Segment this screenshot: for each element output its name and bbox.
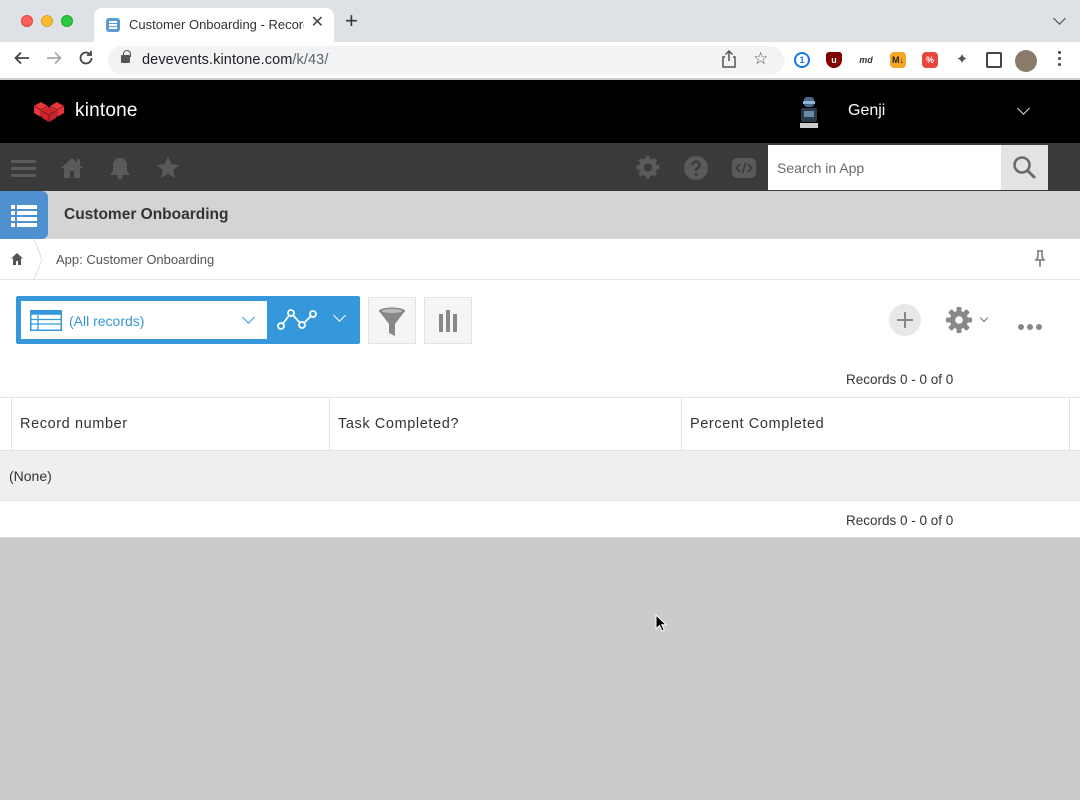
browser-toolbar: devevents.kintone.com/k/43/ ☆ 1 u md M↓ …	[0, 42, 1080, 79]
graph-selector-button[interactable]	[267, 296, 360, 344]
breadcrumb-separator-icon	[34, 239, 42, 280]
app-search-input[interactable]	[768, 145, 1001, 190]
table-row-empty: (None)	[0, 451, 1080, 501]
chevron-down-icon	[333, 309, 346, 322]
breadcrumb: App: Customer Onboarding	[0, 239, 1080, 280]
arrow-right-icon	[47, 51, 62, 65]
bookmark-star-icon[interactable]: ☆	[753, 49, 768, 69]
column-header-percent-completed[interactable]: Percent Completed	[681, 397, 1070, 451]
records-count-top: Records 0 - 0 of 0	[846, 372, 954, 387]
new-tab-button[interactable]: +	[345, 10, 358, 32]
tab-close-icon[interactable]: ✕	[311, 15, 324, 31]
code-customize-icon[interactable]	[731, 155, 757, 181]
app-search-box	[768, 145, 1001, 190]
window-zoom-button[interactable]	[61, 15, 73, 27]
browser-tab-active[interactable]: Customer Onboarding - Records ✕	[94, 8, 334, 42]
filter-button[interactable]	[368, 297, 416, 344]
ublock-extension-icon[interactable]: u	[826, 52, 842, 68]
empty-records-text: (None)	[9, 468, 52, 484]
more-options-icon[interactable]	[1018, 317, 1046, 330]
app-title[interactable]: Customer Onboarding	[64, 206, 228, 224]
m-plus-extension-icon[interactable]: M↓	[890, 52, 906, 68]
kintone-header: kintone Genji	[0, 80, 1080, 143]
favorites-star-icon[interactable]	[155, 155, 181, 181]
app-list-icon[interactable]	[0, 191, 48, 239]
reload-icon	[79, 51, 93, 65]
address-bar[interactable]: devevents.kintone.com/k/43/ ☆	[108, 46, 784, 75]
kintone-favicon-icon	[106, 18, 120, 32]
help-question-icon[interactable]	[683, 155, 709, 181]
filter-funnel-icon	[379, 307, 405, 336]
window-minimize-button[interactable]	[41, 15, 53, 27]
side-panel-icon[interactable]	[986, 52, 1002, 68]
url-text: devevents.kintone.com/k/43/	[142, 52, 329, 68]
app-settings-gear-icon[interactable]	[635, 155, 661, 181]
1password-extension-icon[interactable]: 1	[794, 52, 810, 68]
app-search-button[interactable]	[1001, 145, 1048, 190]
window-close-button[interactable]	[21, 15, 33, 27]
mouse-cursor-icon	[655, 614, 667, 632]
browser-tab-bar: Customer Onboarding - Records ✕ +	[0, 0, 1080, 42]
browser-menu-icon[interactable]	[1058, 51, 1062, 69]
breadcrumb-home-icon[interactable]	[10, 252, 24, 266]
view-selector-dropdown[interactable]: (All records)	[21, 301, 267, 339]
percent-extension-icon[interactable]: %	[922, 52, 938, 68]
forward-button[interactable]	[45, 49, 63, 73]
reload-button[interactable]	[77, 49, 95, 73]
pin-icon[interactable]	[1034, 250, 1046, 268]
search-icon	[1013, 156, 1036, 179]
markdown-extension-icon[interactable]: md	[858, 52, 874, 68]
tab-title: Customer Onboarding - Records	[129, 17, 304, 32]
column-header-task-completed[interactable]: Task Completed?	[329, 397, 682, 451]
kintone-logo-icon	[33, 102, 65, 122]
add-record-button[interactable]	[889, 304, 921, 336]
notifications-bell-icon[interactable]	[107, 155, 133, 181]
app-settings-gear-icon[interactable]	[945, 306, 973, 334]
arrow-left-icon	[14, 51, 29, 65]
column-header-record-number[interactable]: Record number	[11, 397, 330, 451]
back-button[interactable]	[13, 49, 31, 73]
hamburger-menu-icon[interactable]	[11, 156, 37, 182]
graph-button[interactable]	[424, 297, 472, 344]
breadcrumb-app-link[interactable]: App: Customer Onboarding	[56, 252, 214, 267]
chevron-down-icon	[242, 311, 255, 324]
username[interactable]: Genji	[848, 102, 885, 120]
view-selector-label: (All records)	[69, 313, 145, 329]
line-graph-icon	[277, 309, 317, 330]
profile-avatar[interactable]	[1015, 50, 1037, 72]
lock-icon	[121, 50, 131, 63]
user-avatar[interactable]	[798, 95, 820, 129]
user-menu-chevron-icon[interactable]	[1017, 102, 1030, 115]
records-count-bottom: Records 0 - 0 of 0	[846, 513, 954, 528]
tab-search-chevron-icon[interactable]	[1053, 12, 1066, 25]
home-icon[interactable]	[59, 155, 85, 181]
puzzle-extensions-icon[interactable]: ✦	[954, 52, 970, 68]
bar-chart-icon	[439, 310, 457, 332]
kintone-logo-text: kintone	[75, 100, 138, 121]
share-icon[interactable]	[722, 49, 736, 72]
table-view-icon	[30, 310, 62, 331]
